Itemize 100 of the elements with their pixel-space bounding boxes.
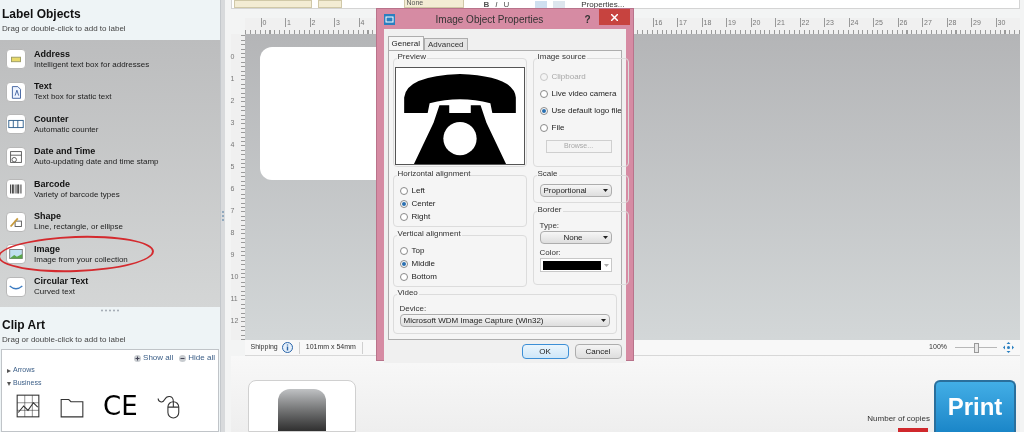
- text-icon: [6, 81, 26, 102]
- caret-icon: [602, 189, 608, 192]
- properties-button[interactable]: Properties...: [581, 2, 625, 8]
- barcode-icon: [6, 179, 26, 200]
- group-label: Vertical alignment: [396, 230, 462, 238]
- object-item[interactable]: Barcode Variety of barcode types: [0, 173, 220, 206]
- color-label: Color:: [539, 247, 562, 258]
- radio-button[interactable]: [399, 246, 408, 255]
- italic-button[interactable]: I: [495, 2, 498, 8]
- object-item[interactable]: Counter Automatic counter: [0, 108, 220, 141]
- border-type-dropdown[interactable]: None: [539, 231, 612, 244]
- plus-icon: [134, 354, 142, 362]
- expander-icon[interactable]: [7, 368, 11, 373]
- size-dropdown[interactable]: [317, 0, 342, 8]
- group-label: Scale: [536, 170, 559, 178]
- slider-thumb[interactable]: [973, 342, 979, 353]
- help-button[interactable]: ?: [584, 11, 591, 27]
- radio-button[interactable]: [539, 89, 548, 98]
- circular-icon: [6, 276, 26, 297]
- copies-label: Number of copies: [867, 413, 930, 425]
- object-item[interactable]: Circular Text Curved text: [0, 270, 220, 303]
- object-name: Barcode: [34, 178, 71, 190]
- image-icon: [6, 244, 26, 265]
- color-dropdown[interactable]: [539, 258, 612, 272]
- underline-button[interactable]: U: [503, 2, 510, 8]
- group-label: Preview: [396, 53, 427, 61]
- dialog-tab[interactable]: Advanced: [423, 38, 468, 50]
- close-icon: [610, 13, 618, 21]
- grip-icon: [221, 211, 224, 221]
- radio-label: File: [551, 121, 565, 134]
- object-name: Address: [34, 48, 71, 60]
- section-title: Clip Art: [1, 317, 46, 333]
- group-label: Image source: [536, 53, 587, 61]
- zoom-slider[interactable]: [955, 342, 997, 353]
- object-description: Curved text: [34, 287, 76, 298]
- radio-label: Top: [411, 244, 425, 257]
- close-button[interactable]: [598, 9, 630, 25]
- object-description: Automatic counter: [34, 124, 99, 135]
- splitter-grip-icon[interactable]: [100, 309, 120, 312]
- radio-label: Use default logo file: [551, 104, 622, 117]
- device-dropdown[interactable]: Microsoft WDM Image Capture (Win32): [399, 314, 610, 327]
- radio-button[interactable]: [399, 212, 408, 221]
- object-description: Variety of barcode types: [34, 189, 120, 200]
- ce-mark[interactable]: CE: [103, 393, 138, 419]
- radio-button[interactable]: [399, 272, 408, 281]
- address-icon: [6, 49, 26, 70]
- object-description: Intelligent text box for addresses: [34, 59, 150, 70]
- caret-icon: [603, 263, 609, 267]
- radio-label: Center: [411, 197, 436, 210]
- fit-icon[interactable]: [1003, 342, 1014, 353]
- radio-button[interactable]: [399, 259, 408, 268]
- object-description: Text box for static text: [34, 92, 112, 103]
- device-label: Device:: [399, 303, 428, 314]
- copies-field[interactable]: [898, 428, 928, 432]
- radio-label: Bottom: [411, 270, 437, 283]
- mouse-icon[interactable]: [155, 393, 182, 419]
- caret-icon: [602, 236, 608, 239]
- expander-icon[interactable]: [7, 381, 11, 386]
- dialog-tab[interactable]: General: [387, 36, 424, 50]
- object-name: Circular Text: [34, 276, 89, 288]
- object-item[interactable]: Date and Time Auto-updating date and time stamp: [0, 140, 220, 173]
- group-label: Border: [536, 206, 563, 214]
- object-description: Image from your collection: [34, 254, 128, 265]
- datetime-icon: [6, 146, 26, 167]
- object-name: Date and Time: [34, 146, 97, 158]
- group-label: Horizontal alignment: [396, 170, 472, 178]
- info-icon[interactable]: [281, 342, 293, 353]
- object-name: Shape: [34, 211, 62, 223]
- printer-card[interactable]: [247, 380, 356, 432]
- object-item[interactable]: Text Text box for static text: [0, 75, 220, 108]
- show-all-button[interactable]: Show all: [134, 352, 174, 364]
- radio-label: Clipboard: [551, 70, 586, 83]
- window-title: Image Object Properties: [434, 12, 545, 27]
- dialog-button[interactable]: OK: [521, 344, 569, 359]
- shape-icon: [6, 211, 26, 232]
- object-name: Image: [34, 243, 61, 255]
- chart-icon[interactable]: [15, 393, 41, 419]
- font-dropdown[interactable]: [233, 0, 312, 8]
- caret-icon: [600, 319, 606, 322]
- object-name: Text: [34, 81, 53, 93]
- radio-button[interactable]: [399, 186, 408, 195]
- app-icon: [383, 13, 395, 25]
- object-item[interactable]: Shape Line, rectangle, or ellipse: [0, 205, 220, 238]
- radio-label: Right: [411, 210, 431, 223]
- object-item[interactable]: Image Image from your collection: [0, 238, 220, 271]
- scale-dropdown[interactable]: Proportional: [539, 184, 612, 197]
- minus-icon: [179, 354, 187, 362]
- section-subtitle: Drag or double-click to add to label: [1, 334, 127, 346]
- printer-photo-placeholder: [277, 389, 326, 431]
- hide-all-button[interactable]: Hide all: [179, 352, 215, 364]
- object-item[interactable]: Address Intelligent text box for addresses: [0, 43, 220, 76]
- radio-button[interactable]: [539, 123, 548, 132]
- bold-button[interactable]: B: [483, 2, 490, 8]
- radio-button[interactable]: [399, 199, 408, 208]
- type-label: Type:: [539, 220, 561, 231]
- group-label: Video: [396, 289, 419, 297]
- radio-button[interactable]: [539, 106, 548, 115]
- dialog-button[interactable]: Cancel: [574, 344, 622, 359]
- object-description: Line, rectangle, or ellipse: [34, 222, 123, 233]
- radio-label: Middle: [411, 257, 436, 270]
